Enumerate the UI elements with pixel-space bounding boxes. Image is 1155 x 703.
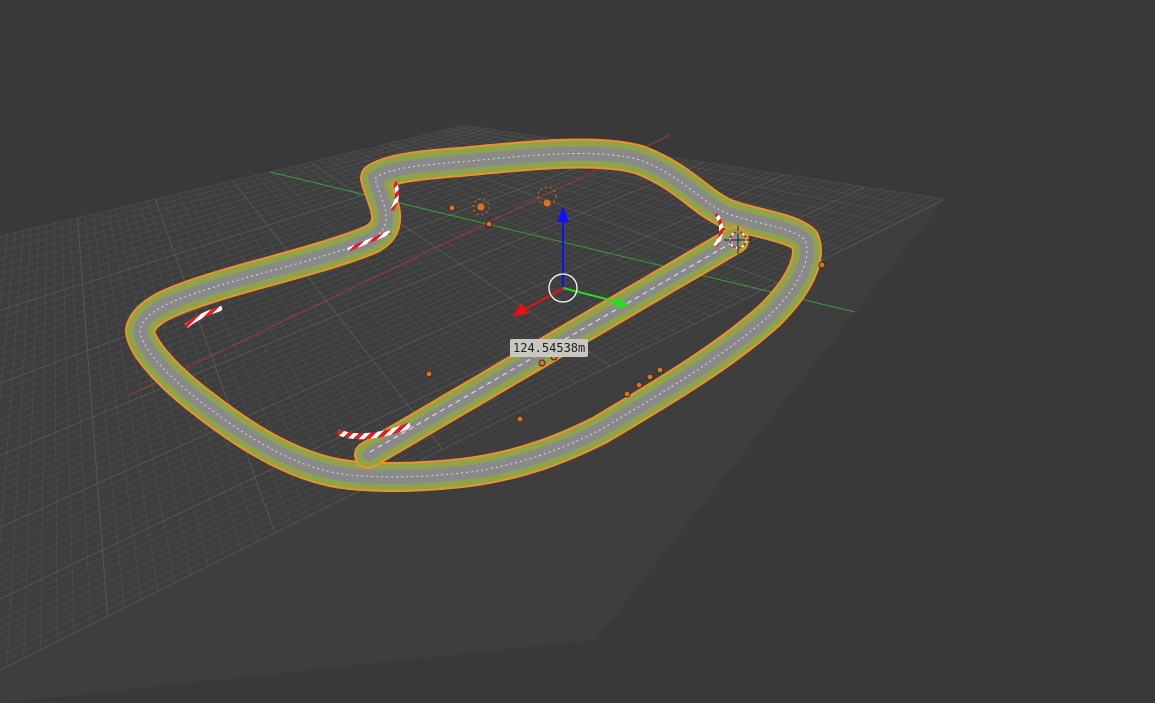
object-marker[interactable] bbox=[485, 220, 493, 228]
measurement-label: 124.54538m bbox=[510, 339, 589, 357]
object-marker[interactable] bbox=[656, 366, 664, 374]
object-marker[interactable] bbox=[635, 381, 643, 389]
3d-viewport[interactable]: 124.54538m bbox=[0, 0, 1155, 703]
object-marker[interactable] bbox=[425, 370, 433, 378]
object-marker[interactable] bbox=[448, 204, 456, 212]
object-marker[interactable] bbox=[516, 415, 524, 423]
object-marker[interactable] bbox=[646, 373, 654, 381]
object-marker[interactable] bbox=[538, 359, 546, 367]
object-marker[interactable] bbox=[623, 390, 631, 398]
object-marker[interactable] bbox=[818, 261, 826, 269]
